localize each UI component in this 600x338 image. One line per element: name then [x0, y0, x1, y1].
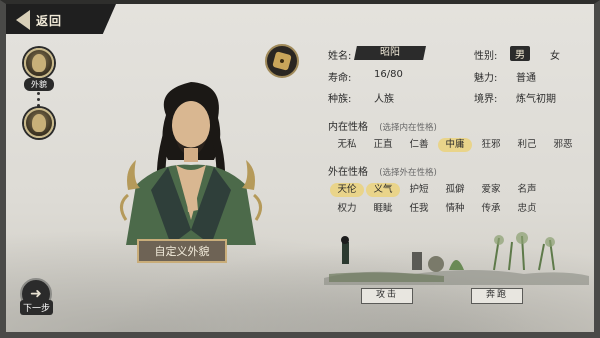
- inner-trait-item[interactable]: 正直: [366, 138, 400, 152]
- outer-trait-item[interactable]: 名声: [510, 183, 544, 197]
- scene-illustration: [324, 232, 589, 285]
- inner-traits-heading: 内在性格: [328, 122, 368, 133]
- inner-traits-hint: (选择内在性格): [379, 123, 437, 133]
- game-window: 返回 外貌 ➜ 下一步 自定义外貌 姓名: 昭阳 性别: 男 女 寿命: 16/…: [0, 0, 600, 338]
- bust-icon: [32, 54, 46, 72]
- outer-traits-hint: (选择外在性格): [379, 168, 437, 178]
- flee-button[interactable]: 奔跑: [471, 288, 523, 304]
- outer-trait-item[interactable]: 任我: [402, 202, 436, 216]
- charm-value: 普通: [516, 73, 536, 84]
- outer-trait-item[interactable]: 权力: [330, 202, 364, 216]
- back-arrow-icon: [16, 10, 30, 30]
- back-button[interactable]: 返回: [16, 8, 86, 32]
- inner-trait-item-selected[interactable]: 中庸: [438, 138, 472, 152]
- outer-trait-item[interactable]: 忠贞: [510, 202, 544, 216]
- inner-traits-title: 内在性格 (选择内在性格): [328, 118, 437, 133]
- inner-trait-item[interactable]: 邪恶: [546, 138, 580, 152]
- gender-label: 性别:: [474, 51, 498, 62]
- outer-trait-item[interactable]: 情种: [438, 202, 472, 216]
- lifespan-value: 16/80: [374, 69, 403, 80]
- race-label: 种族:: [328, 94, 352, 105]
- race-value: 人族: [374, 94, 394, 105]
- name-label: 姓名:: [328, 51, 352, 62]
- attack-button[interactable]: 攻击: [361, 288, 413, 304]
- outer-trait-item[interactable]: 传承: [474, 202, 508, 216]
- inner-trait-item[interactable]: 无私: [330, 138, 364, 152]
- inner-trait-item[interactable]: 狂邪: [474, 138, 508, 152]
- realm-value: 炼气初期: [516, 94, 556, 105]
- inner-trait-item[interactable]: 利己: [510, 138, 544, 152]
- customize-appearance-button[interactable]: 自定义外貌: [137, 239, 227, 263]
- lifespan-label: 寿命:: [328, 73, 352, 84]
- back-label: 返回: [36, 13, 63, 28]
- outer-trait-item[interactable]: 孤僻: [438, 183, 472, 197]
- name-field[interactable]: 昭阳: [354, 46, 426, 60]
- outer-trait-item[interactable]: 护短: [402, 183, 436, 197]
- appearance-label: 外貌: [24, 78, 54, 91]
- next-step-label: 下一步: [20, 300, 54, 315]
- randomize-button[interactable]: [265, 44, 299, 78]
- inner-trait-item[interactable]: 仁善: [402, 138, 436, 152]
- realm-label: 境界:: [474, 94, 498, 105]
- bust-icon: [32, 114, 46, 132]
- character-portrait: [120, 82, 262, 245]
- outer-trait-item-selected[interactable]: 天伦: [330, 183, 364, 197]
- outer-trait-item[interactable]: 睚眦: [366, 202, 400, 216]
- gender-option-female[interactable]: 女: [550, 47, 560, 62]
- dice-icon: [272, 51, 292, 71]
- outer-traits-title: 外在性格 (选择外在性格): [328, 163, 437, 178]
- appearance-avatar[interactable]: [24, 48, 54, 78]
- gender-option-male[interactable]: 男: [510, 46, 530, 61]
- outer-traits-heading: 外在性格: [328, 167, 368, 178]
- second-avatar[interactable]: [24, 108, 54, 138]
- outer-trait-item-selected[interactable]: 义气: [366, 183, 400, 197]
- outer-trait-item[interactable]: 爱家: [474, 183, 508, 197]
- charm-label: 魅力:: [474, 73, 498, 84]
